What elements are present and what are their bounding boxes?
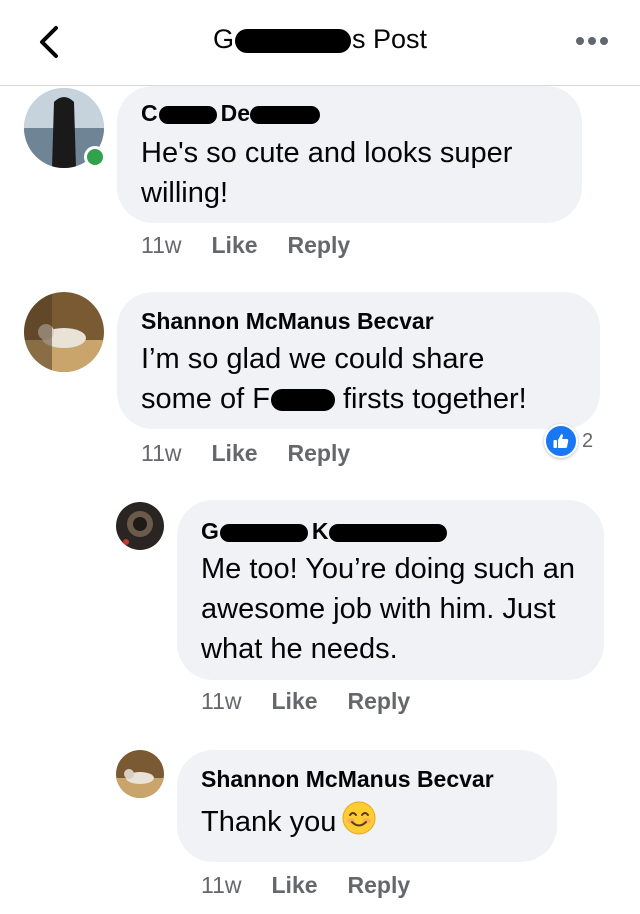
comment-bubble: Shannon McManus Becvar Thank you	[177, 750, 557, 862]
comment-text-line: some of F firsts together!	[141, 379, 576, 419]
avatar[interactable]	[116, 750, 164, 798]
reaction-count-badge[interactable]: 2	[544, 424, 593, 458]
smiling-face-emoji-icon	[342, 801, 376, 835]
cat-photo-icon	[24, 292, 104, 372]
online-status-dot	[84, 146, 106, 168]
top-bar: Gs Post	[0, 0, 640, 86]
redaction-mark	[234, 28, 351, 53]
title-prefix: G	[212, 24, 234, 54]
reply-button[interactable]: Reply	[348, 688, 411, 714]
comment-actions: 11w Like Reply	[141, 440, 380, 467]
comment-time[interactable]: 11w	[141, 440, 182, 466]
comment-bubble: GK Me too! You’re doing such an awesome …	[177, 500, 604, 680]
comment-author[interactable]: Shannon McManus Becvar	[141, 308, 576, 335]
author-name-part: C	[141, 100, 158, 126]
author-name-part: G	[201, 518, 219, 544]
comment-text-part: firsts together!	[334, 383, 527, 415]
avatar[interactable]	[24, 292, 104, 372]
author-name-part: De	[220, 100, 251, 126]
redaction-mark	[219, 523, 308, 542]
more-options-icon[interactable]	[572, 26, 612, 56]
comment-text: Me too! You’re doing such an awesome job…	[201, 553, 576, 665]
reply-button[interactable]: Reply	[288, 440, 351, 466]
page-title: Gs Post	[0, 24, 640, 55]
comment-time[interactable]: 11w	[201, 688, 242, 714]
comment-text: He's so cute and looks super willing!	[141, 137, 513, 209]
reply-button[interactable]: Reply	[288, 232, 351, 258]
comment-author[interactable]: C De	[141, 100, 558, 127]
comment-text: Thank you	[201, 801, 533, 842]
like-button[interactable]: Like	[212, 440, 258, 466]
comment-text-line: I’m so glad we could share	[141, 343, 485, 375]
comment-time[interactable]: 11w	[201, 872, 242, 898]
like-button[interactable]: Like	[212, 232, 258, 258]
comment-text-part: Thank you	[201, 806, 337, 838]
like-button[interactable]: Like	[272, 688, 318, 714]
comment-bubble: Shannon McManus Becvar I’m so glad we co…	[117, 292, 600, 429]
comment-bubble: C De He's so cute and looks super willing…	[117, 86, 582, 223]
redaction-mark	[328, 523, 447, 542]
comment-actions: 11w Like Reply	[141, 232, 380, 259]
redaction-mark	[270, 389, 335, 412]
redaction-mark	[158, 105, 217, 124]
comment-actions: 11w Like Reply	[201, 688, 440, 715]
comment-author[interactable]: GK	[201, 518, 580, 545]
title-suffix: s Post	[351, 24, 428, 54]
comment-time[interactable]: 11w	[141, 232, 182, 258]
cat-photo-icon	[116, 750, 164, 798]
like-button[interactable]: Like	[272, 872, 318, 898]
thumbs-up-icon	[544, 424, 578, 458]
comment-actions: 11w Like Reply	[201, 872, 440, 899]
comment-text: I’m so glad we could share some of F fir…	[141, 339, 576, 419]
reaction-count: 2	[582, 429, 594, 452]
comment-text-part: some of F	[141, 383, 270, 415]
profile-photo-icon	[116, 502, 164, 550]
avatar[interactable]	[116, 502, 164, 550]
redaction-mark	[250, 105, 321, 124]
comment-author[interactable]: Shannon McManus Becvar	[201, 766, 533, 793]
author-name-part: K	[311, 518, 329, 544]
reply-button[interactable]: Reply	[348, 872, 411, 898]
